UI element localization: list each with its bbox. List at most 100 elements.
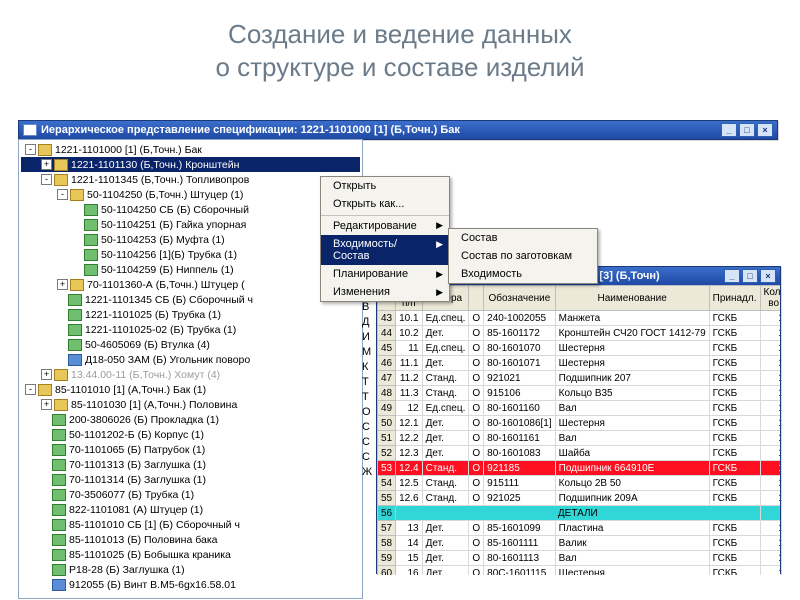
tree-item[interactable]: 50-1104251 (Б) Гайка упорная [21, 217, 360, 232]
row-header[interactable]: 45 [378, 341, 396, 356]
row-header[interactable]: 59 [378, 551, 396, 566]
expander-icon[interactable]: - [25, 384, 36, 395]
table-row[interactable]: 4711.2Станд.О921021Подшипник 207ГСКБ10.2… [378, 371, 781, 386]
column-header[interactable]: Обозначение [484, 286, 556, 311]
expander-icon[interactable]: + [57, 279, 68, 290]
tree-item[interactable]: +70-1101360-А (Б,Точн.) Штуцер ( [21, 277, 360, 292]
maximize-icon[interactable]: □ [742, 269, 758, 283]
tree-item[interactable]: 912055 (Б) Винт В.М5-6gx16.58.01 [21, 577, 360, 592]
expander-icon[interactable]: + [41, 369, 52, 380]
table-row[interactable]: 5312.4Станд.О921185Подшипник 664910ЕГСКБ… [378, 461, 781, 476]
menu-item[interactable]: Изменения▶ [321, 283, 449, 301]
tree-item[interactable]: -1221-1101345 (Б,Точн.) Топливопров [21, 172, 360, 187]
tree-item[interactable]: -1221-1101000 [1] (Б,Точн.) Бак [21, 142, 360, 157]
table-row[interactable]: 4611.1Дет.О80-1601071ШестерняГСКБ1 [378, 356, 781, 371]
row-header[interactable]: 44 [378, 326, 396, 341]
tree-item[interactable]: 1221-1101345 СБ (Б) Сборочный ч [21, 292, 360, 307]
tree-item[interactable]: 85-1101013 (Б) Половина бака [21, 532, 360, 547]
expander-icon[interactable]: - [57, 189, 68, 200]
row-header[interactable]: 50 [378, 416, 396, 431]
tree-item[interactable]: -85-1101010 [1] (А,Точн.) Бак (1) [21, 382, 360, 397]
tree-item[interactable]: 50-1104253 (Б) Муфта (1) [21, 232, 360, 247]
minimize-icon[interactable]: _ [721, 123, 737, 137]
tree-item[interactable]: 70-1101065 (Б) Патрубок (1) [21, 442, 360, 457]
row-header[interactable]: 53 [378, 461, 396, 476]
tree-item[interactable]: 50-1104256 [1](Б) Трубка (1) [21, 247, 360, 262]
row-header[interactable]: 57 [378, 521, 396, 536]
tree-item[interactable]: +85-1101030 [1] (А,Точн.) Половина [21, 397, 360, 412]
tree-item[interactable]: +13.44.00-11 (Б,Точн.) Хомут (4) [21, 367, 360, 382]
menu-item[interactable]: Редактирование▶ [321, 215, 449, 235]
tree-item[interactable]: 70-1101313 (Б) Заглушка (1) [21, 457, 360, 472]
table-row[interactable]: 5814Дет.О85-1601111ВаликГСКБ10.45 [378, 536, 781, 551]
table-row[interactable]: 5915Дет.О80-1601113ВалГСКБ12.45 [378, 551, 781, 566]
table-row[interactable]: 5012.1Дет.О80-1601086[1]ШестерняГСКБ13.1 [378, 416, 781, 431]
main-window-titlebar[interactable]: Иерархическое представление спецификации… [19, 121, 777, 139]
table-row[interactable]: 4410.2Дет.О85-1601172Кронштейн СЧ20 ГОСТ… [378, 326, 781, 341]
maximize-icon[interactable]: □ [739, 123, 755, 137]
close-icon[interactable]: × [760, 269, 776, 283]
row-header[interactable]: 46 [378, 356, 396, 371]
close-icon[interactable]: × [757, 123, 773, 137]
submenu-item[interactable]: Состав по заготовкам [449, 247, 597, 265]
submenu-item[interactable]: Состав [449, 229, 597, 247]
row-header[interactable]: 58 [378, 536, 396, 551]
table-row[interactable]: 5112.2Дет.О80-1601161ВалГСКБ12.5 [378, 431, 781, 446]
tree-item[interactable]: Д18-050 ЗАМ (Б) Угольник поворо [21, 352, 360, 367]
menu-item[interactable]: Открыть [321, 177, 449, 195]
tree-item[interactable]: Р18-28 (Б) Заглушка (1) [21, 562, 360, 577]
tree-item[interactable]: 70-1101314 (Б) Заглушка (1) [21, 472, 360, 487]
row-header[interactable]: 60 [378, 566, 396, 576]
expander-icon[interactable]: + [41, 159, 52, 170]
row-header[interactable]: 54 [378, 476, 396, 491]
menu-item[interactable]: Открыть как... [321, 195, 449, 213]
tree-item[interactable]: 1221-1101025-02 (Б) Трубка (1) [21, 322, 360, 337]
tree-item[interactable]: 50-1104259 (Б) Ниппель (1) [21, 262, 360, 277]
row-header[interactable]: 47 [378, 371, 396, 386]
submenu-item[interactable]: Входимость [449, 265, 597, 283]
row-header[interactable]: 56 [378, 506, 396, 521]
expander-icon[interactable]: - [25, 144, 36, 155]
menu-item[interactable]: Входимость/Состав▶ [321, 235, 449, 265]
table-row[interactable]: 4310.1Ед.спец.О240-1002055МанжетаГСКБ1 [378, 311, 781, 326]
row-header[interactable]: 52 [378, 446, 396, 461]
row-header[interactable]: 48 [378, 386, 396, 401]
column-header[interactable]: Принадл. [709, 286, 760, 311]
tree-item[interactable]: 50-4605069 (Б) Втулка (4) [21, 337, 360, 352]
context-menu[interactable]: ОткрытьОткрыть как... Редактирование▶Вход… [320, 176, 450, 302]
table-row[interactable]: 5713Дет.О85-1601099ПластинаГСКБ10.12 [378, 521, 781, 536]
row-header[interactable]: 55 [378, 491, 396, 506]
tree-item[interactable]: -50-1104250 (Б,Точн.) Штуцер (1) [21, 187, 360, 202]
expander-icon[interactable]: - [41, 174, 52, 185]
mass-table[interactable]: № п/пЛитераОбозначениеНаименованиеПринад… [377, 285, 780, 575]
menu-item[interactable]: Планирование▶ [321, 265, 449, 283]
table-row[interactable]: 56ДЕТАЛИ15.2985 [378, 506, 781, 521]
column-header[interactable]: Кол-во [760, 286, 780, 311]
tree-item[interactable]: 200-3806026 (Б) Прокладка (1) [21, 412, 360, 427]
column-header[interactable] [469, 286, 484, 311]
tree-item[interactable]: 50-1101202-Б (Б) Корпус (1) [21, 427, 360, 442]
cell: Дет. [422, 356, 469, 371]
expander-icon[interactable]: + [41, 399, 52, 410]
table-row[interactable]: 5412.5Станд.О915111Кольцо 2В 50ГСКБ10.01… [378, 476, 781, 491]
row-header[interactable]: 43 [378, 311, 396, 326]
sub-menu[interactable]: СоставСостав по заготовкамВходимость [448, 228, 598, 284]
tree-item[interactable]: 822-1101081 (А) Штуцер (1) [21, 502, 360, 517]
tree-item[interactable]: +1221-1101130 (Б,Точн.) Кронштейн [21, 157, 360, 172]
row-header[interactable]: 51 [378, 431, 396, 446]
row-header[interactable]: 49 [378, 401, 396, 416]
minimize-icon[interactable]: _ [724, 269, 740, 283]
table-row[interactable]: 5512.6Станд.О921025Подшипник 209АГСКБ10.… [378, 491, 781, 506]
table-row[interactable]: 6016Дет.О80С-1601115ШестерняГСКБ10.51 [378, 566, 781, 576]
column-header[interactable]: Наименование [555, 286, 709, 311]
table-row[interactable]: 4811.3Станд.О915106Кольцо В35ГСКБ10.0073 [378, 386, 781, 401]
tree-item[interactable]: 1221-1101025 (Б) Трубка (1) [21, 307, 360, 322]
tree-item[interactable]: 50-1104250 СБ (Б) Сборочный [21, 202, 360, 217]
table-row[interactable]: 4511Ед.спец.О80-1601070ШестерняГСКБ11.29… [378, 341, 781, 356]
table-row[interactable]: 4912Ед.спец.О80-1601160ВалГСКБ16.0784 [378, 401, 781, 416]
tree-panel[interactable]: -1221-1101000 [1] (Б,Точн.) Бак+1221-110… [18, 139, 363, 599]
tree-item[interactable]: 70-3506077 (Б) Трубка (1) [21, 487, 360, 502]
table-row[interactable]: 5212.3Дет.О80-1601083ШайбаГСКБ10.06 [378, 446, 781, 461]
tree-item[interactable]: 85-1101010 СБ [1] (Б) Сборочный ч [21, 517, 360, 532]
tree-item[interactable]: 85-1101025 (Б) Бобышка краника [21, 547, 360, 562]
